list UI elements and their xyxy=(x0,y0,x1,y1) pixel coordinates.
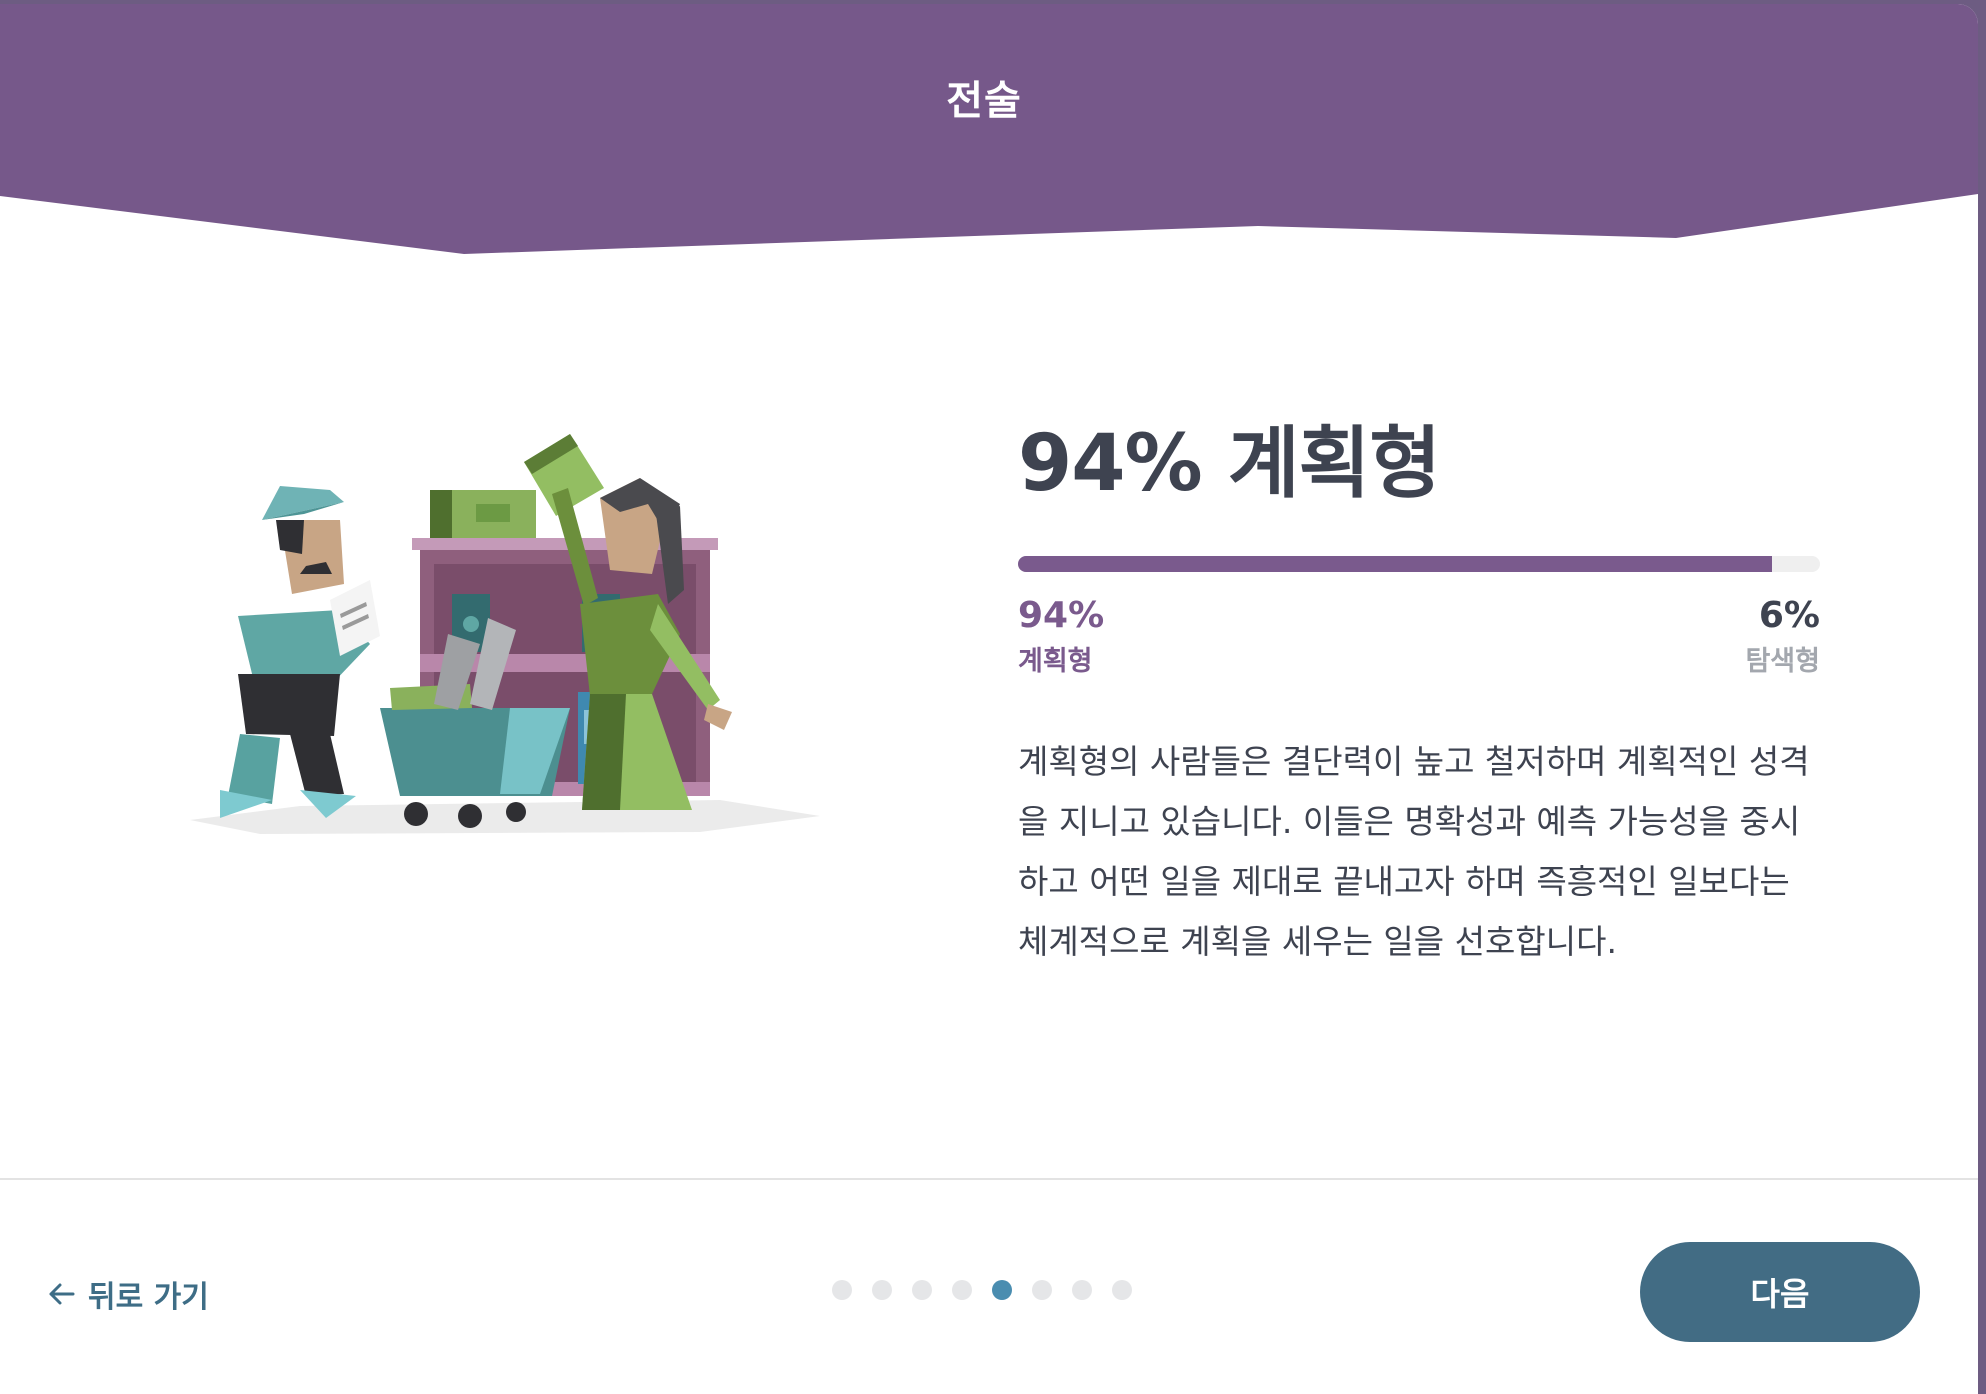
page-dot[interactable] xyxy=(992,1280,1012,1300)
left-trait-label: 계획형 xyxy=(1018,646,1093,677)
next-button[interactable]: 다음 xyxy=(1640,1242,1920,1342)
progress-fill xyxy=(1018,556,1772,572)
back-button[interactable]: 뒤로 가기 xyxy=(46,1268,209,1320)
result-title: 94% 계획형 xyxy=(1018,419,1441,509)
page-indicator xyxy=(832,1280,1132,1300)
planner-characters-illustration xyxy=(190,434,820,834)
left-trait-value: 94% xyxy=(1018,595,1105,636)
right-trait-value: 6% xyxy=(1758,595,1820,636)
right-trait: 6% 탐색형 xyxy=(1745,592,1820,684)
page-dot[interactable] xyxy=(1072,1280,1092,1300)
left-trait: 94% 계획형 xyxy=(1018,592,1104,684)
result-panel: 94% 계획형 94% 계획형 6% 탐색형 계획형의 사람들은 결단력이 높고… xyxy=(1018,414,1820,972)
arrow-left-icon xyxy=(49,1283,75,1305)
right-trait-label: 탐색형 xyxy=(1745,646,1820,677)
progress-track xyxy=(1018,556,1820,572)
page-dot[interactable] xyxy=(872,1280,892,1300)
header-banner xyxy=(0,4,1978,254)
header-title: 전술 xyxy=(946,78,1022,124)
footer-divider xyxy=(0,1178,1978,1180)
page-dot[interactable] xyxy=(1112,1280,1132,1300)
page-dot[interactable] xyxy=(952,1280,972,1300)
percentage-row: 94% 계획형 6% 탐색형 xyxy=(1018,592,1820,692)
trait-description: 계획형의 사람들은 결단력이 높고 철저하며 계획적인 성격을 지니고 있습니다… xyxy=(1018,742,1810,961)
page-dot[interactable] xyxy=(912,1280,932,1300)
page-dot[interactable] xyxy=(832,1280,852,1300)
result-card: 전술 94% 계획형 94% 계획형 6% 탐색형 계획형의 사람들은 결단력이… xyxy=(0,4,1978,1394)
back-button-label: 뒤로 가기 xyxy=(88,1280,209,1315)
page-dot[interactable] xyxy=(1032,1280,1052,1300)
